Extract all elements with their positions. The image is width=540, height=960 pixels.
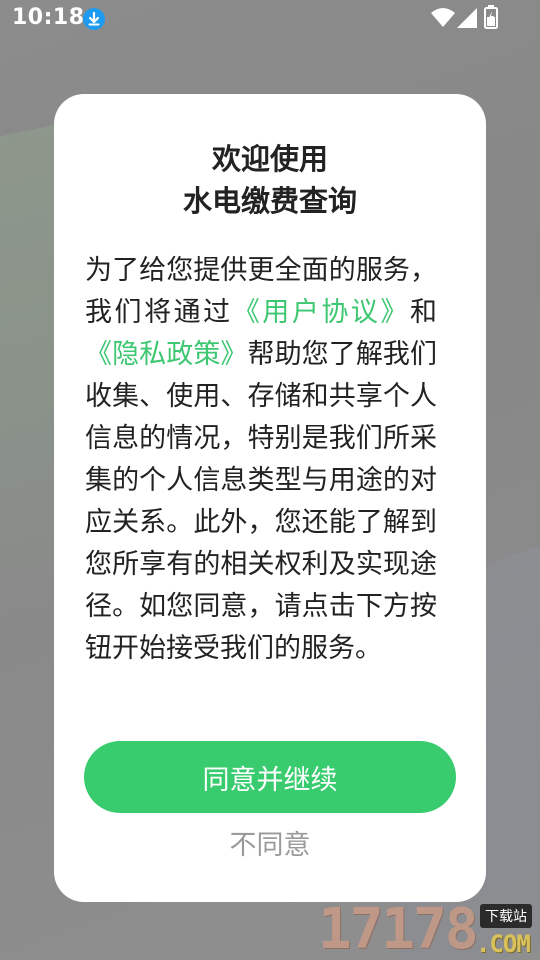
dialog-title: 欢迎使用 水电缴费查询 (54, 138, 486, 222)
download-icon (82, 7, 106, 31)
signal-icon (457, 8, 477, 28)
watermark-suffix: .COM (476, 930, 531, 958)
user-agreement-link[interactable]: 《用户协议》 (233, 297, 410, 328)
watermark-badge: 下载站 (480, 904, 532, 928)
status-time: 10:18 (12, 5, 85, 30)
agree-continue-button[interactable]: 同意并继续 (84, 741, 456, 813)
body-text: 和 (410, 297, 438, 328)
watermark-digits: 17178 (318, 897, 479, 960)
dialog-title-line2: 水电缴费查询 (182, 184, 357, 218)
status-bar: 10:18 (0, 0, 540, 38)
dialog-body: 为了给您提供更全面的服务，我们将通过《用户协议》和《隐私政策》帮助您了解我们收集… (85, 250, 437, 670)
body-text: 帮助您了解我们收集、使用、存储和共享个人信息的情况，特别是我们所采集的个人信息类… (85, 339, 437, 664)
watermark-logo: 17178 下载站 .COM (318, 900, 540, 960)
battery-icon (484, 5, 498, 29)
dialog-title-line1: 欢迎使用 (211, 142, 328, 176)
privacy-dialog: 欢迎使用 水电缴费查询 为了给您提供更全面的服务，我们将通过《用户协议》和《隐私… (54, 94, 486, 902)
wifi-icon (431, 8, 455, 28)
disagree-button[interactable]: 不同意 (54, 824, 486, 868)
privacy-policy-link[interactable]: 《隐私政策》 (85, 339, 248, 370)
